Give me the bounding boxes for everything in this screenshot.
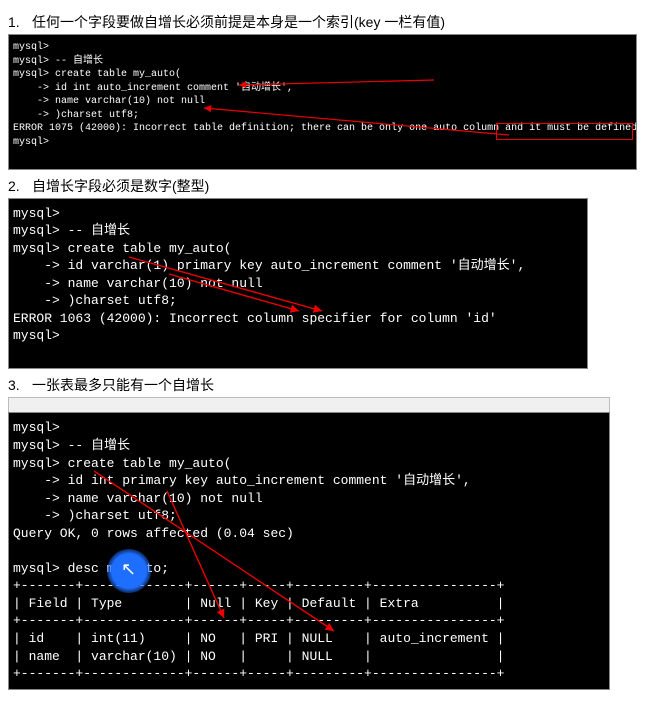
- terminal-line: -> name varchar(10) not null: [13, 275, 583, 293]
- list-number: 3.: [8, 377, 32, 393]
- list-item: 2. 自增长字段必须是数字(整型) mysql>mysql> -- 自增长mys…: [8, 176, 637, 370]
- terminal-line: mysql>: [13, 136, 632, 150]
- terminal-line: -> name varchar(10) not null: [13, 490, 605, 508]
- list-heading: 自增长字段必须是数字(整型): [32, 176, 637, 196]
- terminal-line: | name | varchar(10) | NO | | NULL | |: [13, 648, 605, 666]
- list-number: 1.: [8, 14, 32, 30]
- terminal-line: | id | int(11) | NO | PRI | NULL | auto_…: [13, 630, 605, 648]
- list-heading-row: 2. 自增长字段必须是数字(整型): [8, 176, 637, 196]
- terminal-line: +-------+-------------+------+-----+----…: [13, 612, 605, 630]
- terminal-line: +-------+-------------+------+-----+----…: [13, 577, 605, 595]
- terminal-line: Query OK, 0 rows affected (0.04 sec): [13, 525, 605, 543]
- terminal-line: [13, 542, 605, 560]
- list-item: 1. 任何一个字段要做自增长必须前提是本身是一个索引(key 一栏有值) mys…: [8, 12, 637, 170]
- terminal-line: mysql>: [13, 205, 583, 223]
- list-item: 3. 一张表最多只能有一个自增长 ↖ mysql>mysql> -- 自增长my…: [8, 375, 637, 689]
- terminal-line: mysql> create table my_auto(: [13, 68, 632, 82]
- terminal-output: mysql>mysql> -- 自增长mysql> create table m…: [8, 34, 637, 170]
- terminal-line: -> id varchar(1) primary key auto_increm…: [13, 257, 583, 275]
- terminal-line: -> id int primary key auto_increment com…: [13, 472, 605, 490]
- terminal-line: -> )charset utf8;: [13, 109, 632, 123]
- list-heading-row: 3. 一张表最多只能有一个自增长: [8, 375, 637, 395]
- terminal-line: | Field | Type | Null | Key | Default | …: [13, 595, 605, 613]
- terminal-line: ERROR 1063 (42000): Incorrect column spe…: [13, 310, 583, 328]
- terminal-line: mysql> -- 自增长: [13, 437, 605, 455]
- terminal-line: [13, 149, 632, 163]
- terminal-line: -> name varchar(10) not null: [13, 95, 632, 109]
- terminal-line: mysql> create table my_auto(: [13, 455, 605, 473]
- terminal-line: mysql>: [13, 41, 632, 55]
- terminal-line: ERROR 1075 (42000): Incorrect table defi…: [13, 122, 632, 136]
- terminal-line: mysql> desc my_auto;: [13, 560, 605, 578]
- terminal-output: ↖ mysql>mysql> -- 自增长mysql> create table…: [8, 412, 610, 689]
- terminal-line: -> )charset utf8;: [13, 507, 605, 525]
- terminal-output: mysql>mysql> -- 自增长mysql> create table m…: [8, 198, 588, 370]
- terminal-line: mysql>: [13, 327, 583, 345]
- list-number: 2.: [8, 178, 32, 194]
- cursor-icon: ↖: [121, 559, 136, 583]
- list-heading: 一张表最多只能有一个自增长: [32, 375, 637, 395]
- terminal-line: +-------+-------------+------+-----+----…: [13, 665, 605, 683]
- terminal-line: mysql> -- 自增长: [13, 55, 632, 69]
- terminal-line: -> )charset utf8;: [13, 292, 583, 310]
- list-heading: 任何一个字段要做自增长必须前提是本身是一个索引(key 一栏有值): [32, 12, 637, 32]
- terminal-line: mysql> -- 自增长: [13, 222, 583, 240]
- terminal-line: mysql>: [13, 419, 605, 437]
- terminal-line: mysql> create table my_auto(: [13, 240, 583, 258]
- terminal-line: -> id int auto_increment comment '自动增长',: [13, 82, 632, 96]
- list-heading-row: 1. 任何一个字段要做自增长必须前提是本身是一个索引(key 一栏有值): [8, 12, 637, 32]
- terminal-line: [13, 345, 583, 363]
- window-titlebar: [8, 397, 610, 412]
